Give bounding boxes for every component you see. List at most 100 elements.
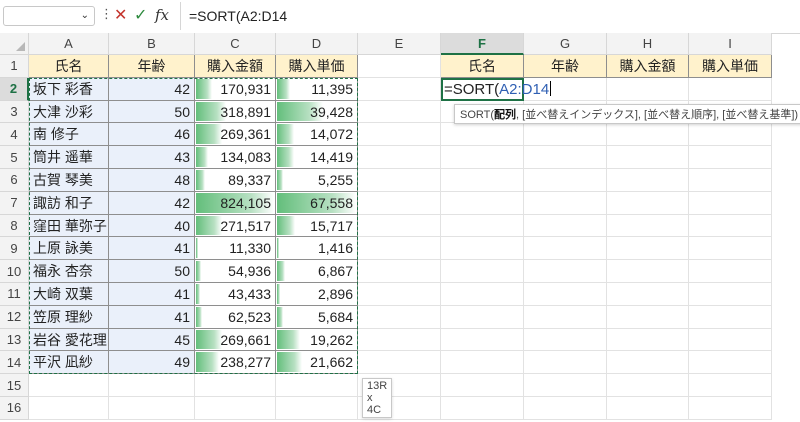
grid-cell[interactable] [524, 260, 607, 283]
grid-cell[interactable] [607, 283, 689, 306]
name-cell[interactable]: 平沢 凪紗 [29, 351, 109, 375]
grid-cell[interactable] [524, 237, 607, 261]
header-cell[interactable]: 年齢 [109, 55, 195, 78]
column-header-i[interactable]: I [689, 33, 772, 55]
grid-cell[interactable] [689, 123, 772, 147]
name-cell[interactable]: 福永 杏奈 [29, 260, 109, 283]
grid-cell[interactable] [607, 191, 689, 215]
amount-cell[interactable]: 238,277 [195, 351, 276, 375]
grid-cell[interactable] [441, 169, 524, 192]
grid-cell[interactable] [358, 77, 441, 101]
function-signature-tooltip[interactable]: SORT(配列, [並べ替えインデックス], [並べ替え順序], [並べ替え基準… [454, 103, 800, 124]
grid-cell[interactable] [689, 191, 772, 215]
grid-cell[interactable] [29, 397, 109, 420]
unit-cell[interactable]: 21,662 [276, 351, 358, 375]
grid-cell[interactable] [524, 283, 607, 306]
grid-cell[interactable] [276, 374, 358, 397]
grid-cell[interactable] [524, 146, 607, 169]
grid-cell[interactable] [689, 169, 772, 192]
select-all-corner[interactable] [0, 33, 29, 55]
column-header-e[interactable]: E [358, 33, 441, 55]
age-cell[interactable]: 42 [109, 191, 195, 215]
grid-cell[interactable] [109, 374, 195, 397]
unit-cell[interactable]: 1,416 [276, 237, 358, 261]
column-header-a[interactable]: A [29, 33, 109, 55]
grid-cell[interactable] [441, 328, 524, 352]
amount-cell[interactable]: 89,337 [195, 169, 276, 192]
cancel-icon[interactable]: ✕ [114, 5, 127, 24]
grid-cell[interactable] [607, 260, 689, 283]
grid-cell[interactable] [524, 169, 607, 192]
unit-cell[interactable]: 5,684 [276, 305, 358, 329]
grid-cell[interactable] [607, 77, 689, 101]
output-header-cell[interactable]: 氏名 [441, 55, 524, 78]
grid-cell[interactable] [109, 397, 195, 420]
grid-cell[interactable] [358, 100, 441, 124]
grid-cell[interactable] [276, 397, 358, 420]
grid-cell[interactable] [607, 169, 689, 192]
name-cell[interactable]: 笠原 理紗 [29, 305, 109, 329]
grid-cell[interactable] [358, 305, 441, 329]
unit-cell[interactable]: 14,072 [276, 123, 358, 147]
amount-cell[interactable]: 170,931 [195, 77, 276, 101]
formula-input[interactable]: =SORT(A2:D14 [180, 2, 800, 30]
unit-cell[interactable]: 5,255 [276, 169, 358, 192]
grid-cell[interactable] [195, 374, 276, 397]
amount-cell[interactable]: 271,517 [195, 214, 276, 238]
age-cell[interactable]: 41 [109, 283, 195, 306]
grid-cell[interactable] [358, 237, 441, 261]
row-header-6[interactable]: 6 [0, 169, 29, 192]
unit-cell[interactable]: 19,262 [276, 328, 358, 352]
age-cell[interactable]: 42 [109, 77, 195, 101]
grid-cell[interactable] [607, 328, 689, 352]
grid-cell[interactable] [358, 328, 441, 352]
output-header-cell[interactable]: 年齢 [524, 55, 607, 78]
row-header-10[interactable]: 10 [0, 260, 29, 283]
grid-cell[interactable] [524, 123, 607, 147]
amount-cell[interactable]: 134,083 [195, 146, 276, 169]
grid-cell[interactable] [524, 374, 607, 397]
grid-cell[interactable] [607, 397, 689, 420]
amount-cell[interactable]: 318,891 [195, 100, 276, 124]
chevron-down-icon[interactable]: ⌄ [81, 10, 89, 21]
grid-cell[interactable] [358, 123, 441, 147]
grid-cell[interactable] [689, 77, 772, 101]
grid-cell[interactable] [441, 283, 524, 306]
age-cell[interactable]: 45 [109, 328, 195, 352]
row-header-15[interactable]: 15 [0, 374, 29, 397]
row-header-1[interactable]: 1 [0, 55, 29, 78]
grid-cell[interactable] [689, 146, 772, 169]
name-cell[interactable]: 古賀 琴美 [29, 169, 109, 192]
grid-cell[interactable] [689, 351, 772, 375]
grid-cell[interactable] [358, 146, 441, 169]
grid-cell[interactable] [441, 397, 524, 420]
grid-cell[interactable] [607, 146, 689, 169]
name-cell[interactable]: 諏訪 和子 [29, 191, 109, 215]
column-header-h[interactable]: H [607, 33, 689, 55]
name-cell[interactable]: 岩谷 愛花理 [29, 328, 109, 352]
more-options-icon[interactable]: ⋮ [100, 7, 113, 22]
grid-cell[interactable] [689, 214, 772, 238]
row-header-4[interactable]: 4 [0, 123, 29, 147]
name-cell[interactable]: 上原 詠美 [29, 237, 109, 261]
row-header-2[interactable]: 2 [0, 77, 29, 101]
insert-function-icon[interactable]: fx [155, 6, 169, 24]
grid-cell[interactable] [524, 328, 607, 352]
name-cell[interactable]: 窪田 華弥子 [29, 214, 109, 238]
row-header-5[interactable]: 5 [0, 146, 29, 169]
grid-cell[interactable] [358, 169, 441, 192]
amount-cell[interactable]: 43,433 [195, 283, 276, 306]
unit-cell[interactable]: 67,558 [276, 191, 358, 215]
age-cell[interactable]: 50 [109, 100, 195, 124]
row-header-11[interactable]: 11 [0, 283, 29, 306]
grid-cell[interactable] [441, 305, 524, 329]
grid-cell[interactable] [524, 351, 607, 375]
column-header-d[interactable]: D [276, 33, 358, 55]
unit-cell[interactable]: 2,896 [276, 283, 358, 306]
enter-check-icon[interactable]: ✓ [134, 5, 147, 24]
unit-cell[interactable]: 39,428 [276, 100, 358, 124]
grid-cell[interactable] [441, 237, 524, 261]
row-header-3[interactable]: 3 [0, 100, 29, 124]
age-cell[interactable]: 41 [109, 305, 195, 329]
age-cell[interactable]: 49 [109, 351, 195, 375]
